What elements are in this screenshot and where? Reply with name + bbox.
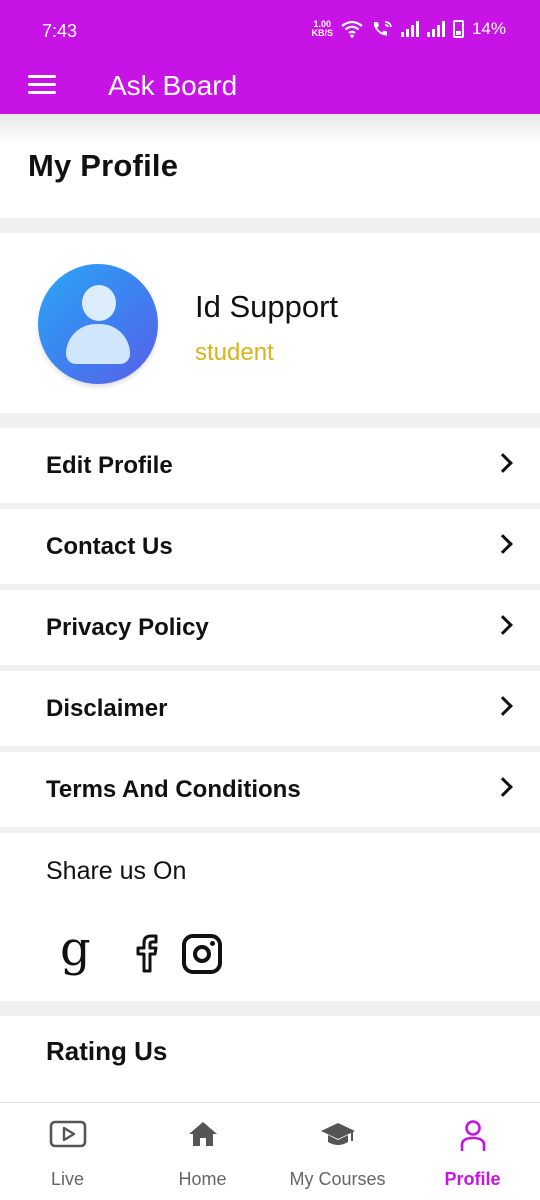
graduation-cap-icon xyxy=(320,1123,355,1145)
avatar-head xyxy=(82,285,116,321)
page-header: My Profile xyxy=(0,114,540,218)
hamburger-menu-icon[interactable] xyxy=(28,73,56,97)
status-icons: 1.00 KB/S 14% xyxy=(311,19,506,39)
menu-item-disclaimer[interactable]: Disclaimer xyxy=(0,671,540,746)
nav-item-my-courses[interactable]: My Courses xyxy=(270,1103,405,1200)
signal-strength-2-icon xyxy=(426,21,445,37)
chevron-right-icon xyxy=(493,534,513,554)
net-speed: 1.00 KB/S xyxy=(311,20,333,38)
menu-item-label: Disclaimer xyxy=(46,695,168,722)
play-video-icon xyxy=(49,1120,86,1148)
bottom-navigation: Live Home My Courses Profile xyxy=(0,1102,540,1200)
user-name: Id Support xyxy=(195,289,339,324)
rating-title: Rating Us xyxy=(46,1036,168,1066)
nav-item-home[interactable]: Home xyxy=(135,1103,270,1200)
menu-item-label: Contact Us xyxy=(46,533,173,560)
nav-item-live[interactable]: Live xyxy=(0,1103,135,1200)
home-icon xyxy=(188,1122,217,1146)
profile-card: Id Support student xyxy=(0,233,540,413)
menu-item-edit-profile[interactable]: Edit Profile xyxy=(0,428,540,503)
nav-label: Live xyxy=(50,1169,85,1189)
nav-label: Home xyxy=(178,1169,227,1189)
menu-item-terms-and-conditions[interactable]: Terms And Conditions xyxy=(0,752,540,827)
signal-strength-1-icon xyxy=(400,21,419,37)
menu-item-contact-us[interactable]: Contact Us xyxy=(0,509,540,584)
share-title: Share us On xyxy=(46,857,187,885)
menu-item-privacy-policy[interactable]: Privacy Policy xyxy=(0,590,540,665)
nav-label: My Courses xyxy=(289,1169,386,1189)
instagram-lens xyxy=(193,945,211,963)
instagram-flash-dot xyxy=(210,941,215,946)
share-section: Share us On g xyxy=(0,833,540,1001)
wifi-icon xyxy=(341,20,363,38)
status-time: 7:43 xyxy=(42,21,78,41)
chevron-right-icon xyxy=(493,615,513,635)
avatar[interactable] xyxy=(38,264,158,384)
chevron-right-icon xyxy=(493,696,513,716)
menu-item-label: Terms And Conditions xyxy=(46,776,301,803)
app-title: Ask Board xyxy=(108,70,238,101)
google-icon[interactable]: g xyxy=(60,925,104,973)
chevron-right-icon xyxy=(493,453,513,473)
screen: 7:43 1.00 KB/S 14% Ask Board My Profile … xyxy=(0,0,540,1200)
profile-menu: Edit Profile Contact Us Privacy Policy D… xyxy=(0,428,540,833)
menu-item-label: Edit Profile xyxy=(46,452,173,479)
avatar-body xyxy=(66,324,130,364)
rating-section[interactable]: Rating Us xyxy=(0,1016,540,1102)
chevron-right-icon xyxy=(493,777,513,797)
nav-item-profile[interactable]: Profile xyxy=(405,1103,540,1200)
user-role: student xyxy=(195,339,274,366)
status-bar: 7:43 1.00 KB/S 14% xyxy=(0,0,540,60)
battery-percent: 14% xyxy=(471,19,506,38)
facebook-icon[interactable] xyxy=(125,931,169,975)
person-icon xyxy=(460,1120,485,1151)
page-title: My Profile xyxy=(28,148,179,183)
wifi-calling-icon xyxy=(373,21,392,36)
instagram-icon[interactable] xyxy=(182,934,222,974)
nav-label: Profile xyxy=(444,1169,501,1189)
net-speed-unit: KB/S xyxy=(311,28,333,38)
battery-icon xyxy=(452,20,464,38)
app-bar: Ask Board xyxy=(0,60,540,114)
menu-item-label: Privacy Policy xyxy=(46,614,209,641)
